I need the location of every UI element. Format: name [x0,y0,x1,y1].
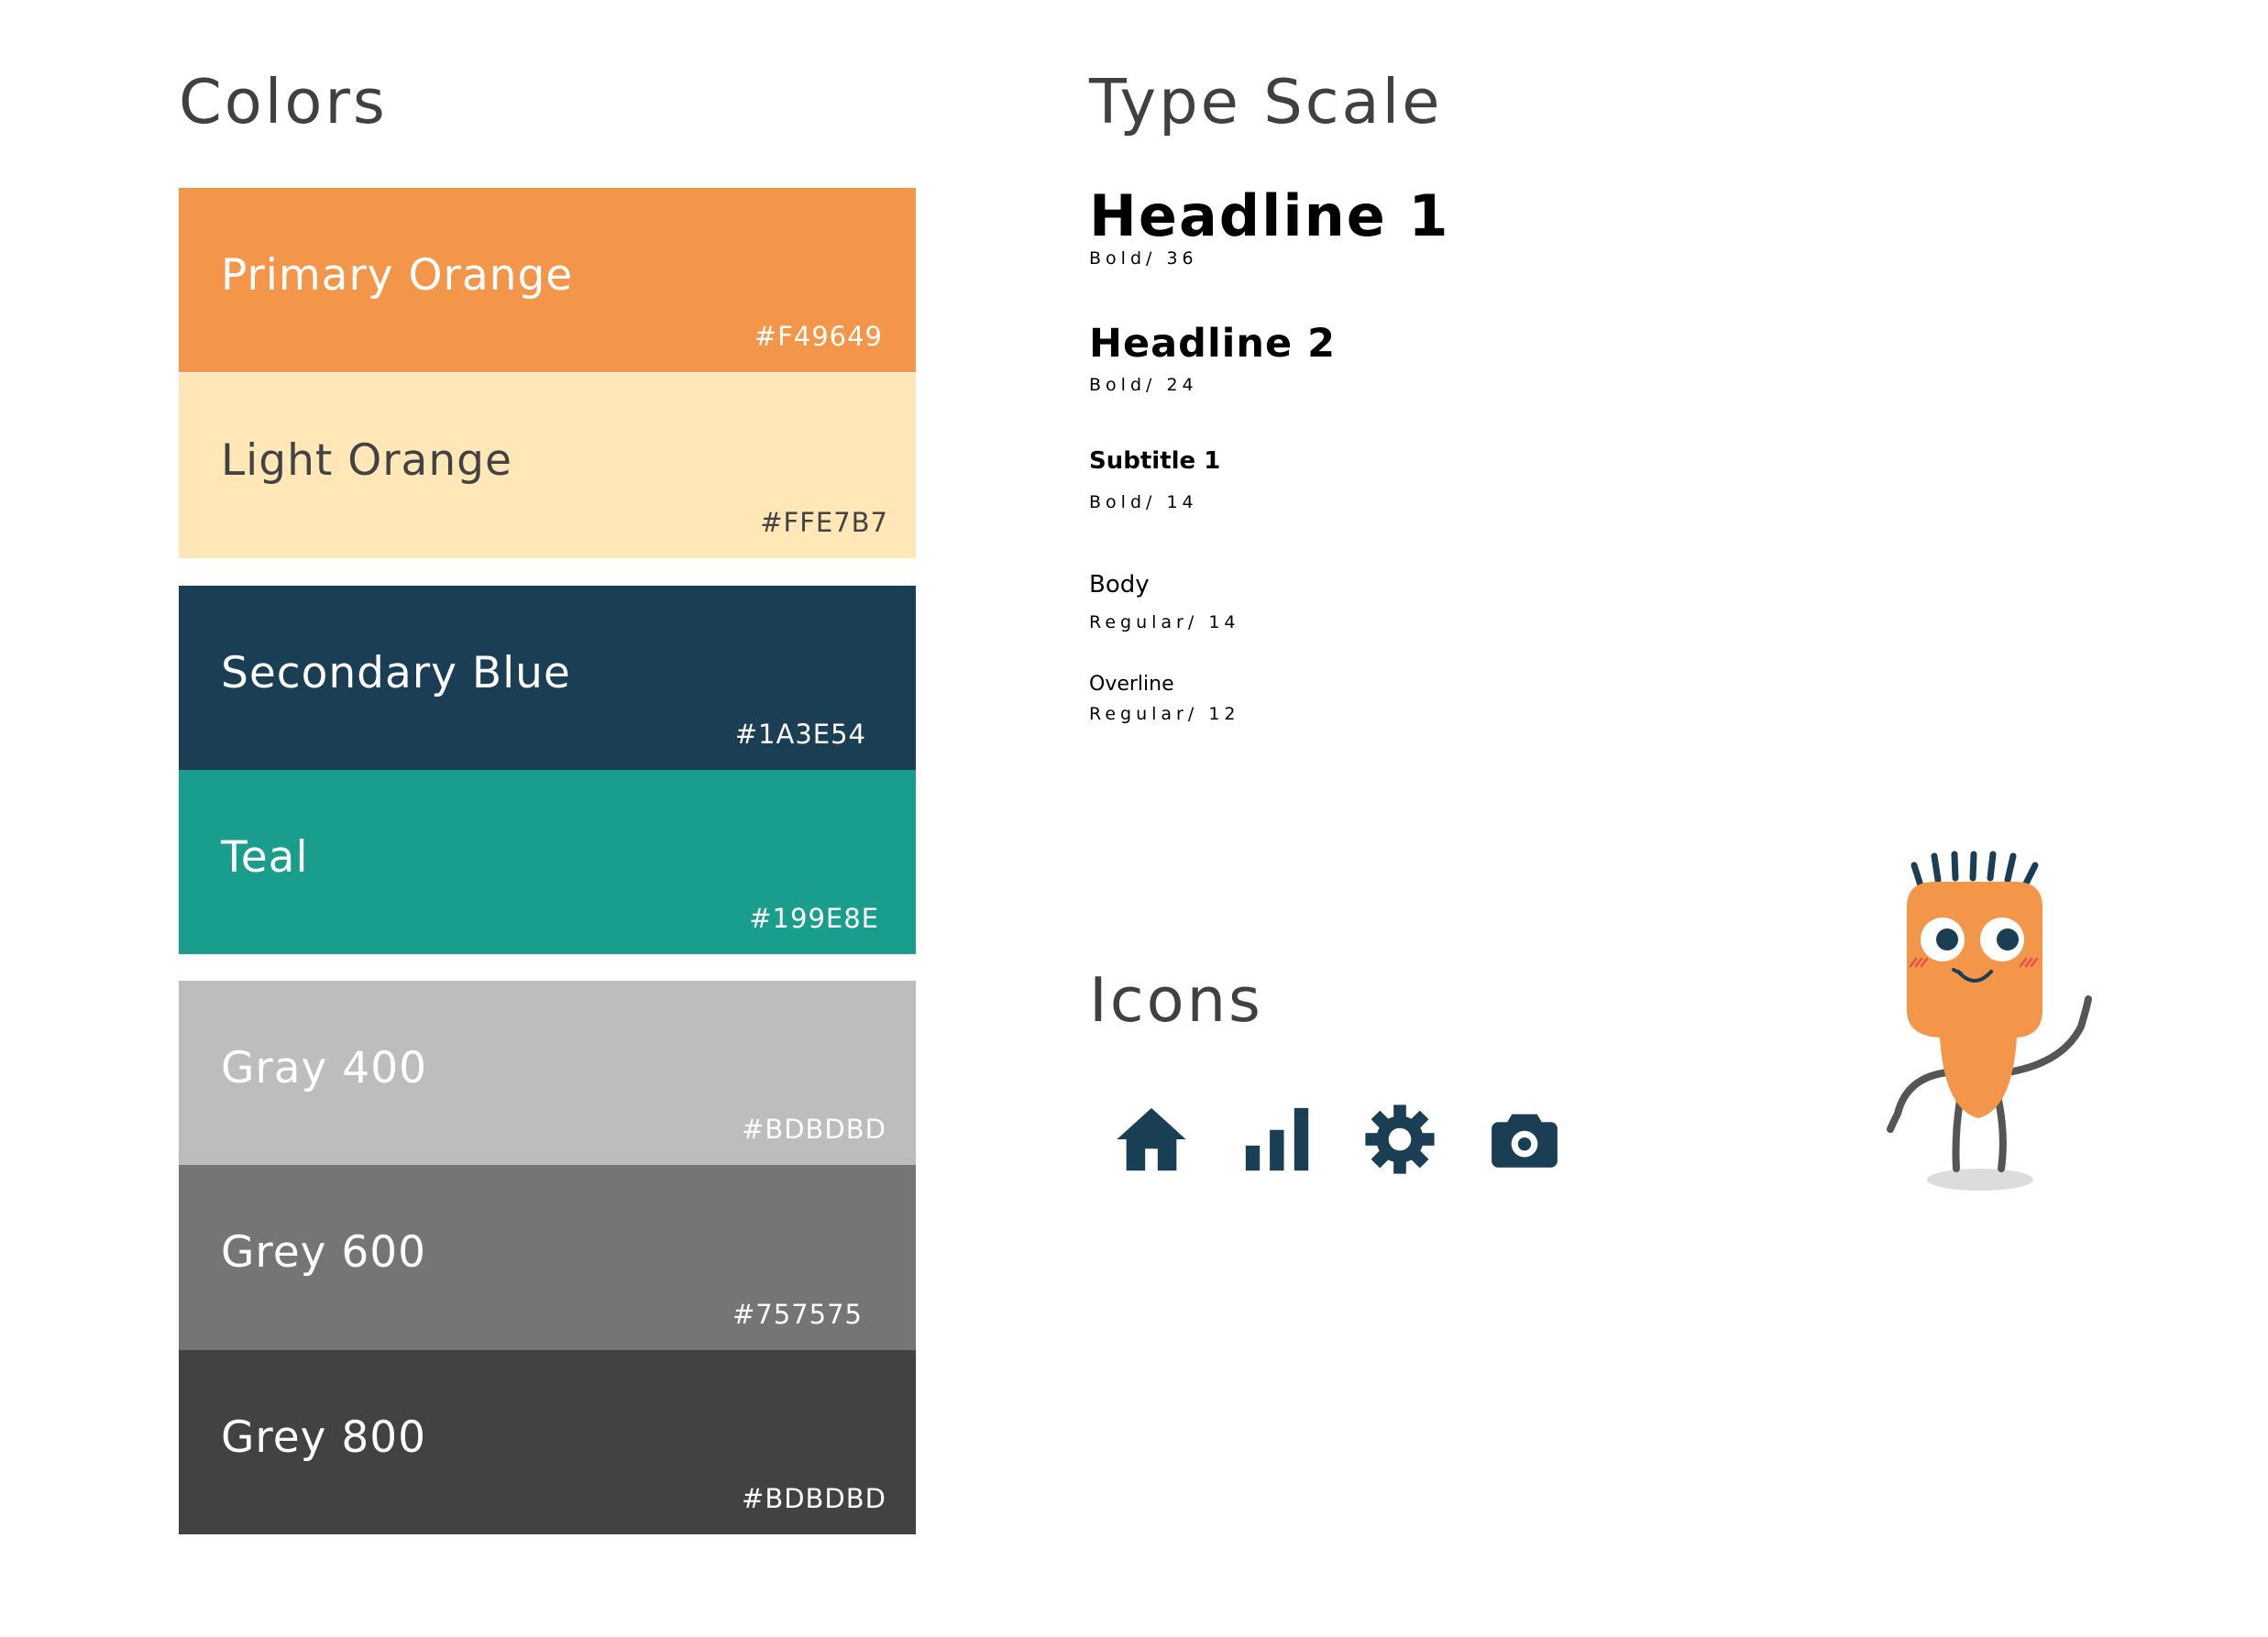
swatch-primary-orange: Primary Orange #F49649 [179,188,916,372]
type-sample: Headline 1 [1089,182,1450,249]
icons-section-title: Icons [1089,964,1263,1036]
swatch-name: Grey 600 [221,1227,427,1278]
swatch-name: Secondary Blue [221,648,571,698]
type-spec: Bold/ 14 [1089,492,1198,512]
home-icon [1114,1102,1189,1177]
settings-gear-icon [1362,1102,1437,1177]
type-spec: Bold/ 24 [1089,375,1198,395]
swatch-hex: #757575 [732,1299,863,1330]
camera-icon [1487,1102,1562,1177]
type-headline-1: Headline 1 Bold/ 36 [1089,188,1450,268]
swatch-name: Gray 400 [221,1043,428,1093]
swatch-name: Primary Orange [221,250,574,301]
swatch-hex: #F49649 [754,321,883,352]
type-sample: Subtitle 1 [1089,447,1221,475]
type-scale-section-title: Type Scale [1089,66,1443,137]
swatch-name: Teal [221,832,309,883]
type-spec: Regular/ 14 [1089,612,1240,632]
bar-chart-icon [1239,1102,1315,1177]
type-sample: Body [1089,571,1150,599]
color-swatch-list: Primary Orange #F49649 Light Orange #FFE… [179,0,916,1637]
swatch-gray-400: Gray 400 #BDBDBD [179,981,916,1165]
type-overline: Overline Regular/ 12 [1089,675,1240,723]
swatch-hex: #BDBDBD [742,1483,886,1514]
type-headline-2: Headline 2 Bold/ 24 [1089,324,1336,394]
swatch-hex: #FFE7B7 [760,507,888,538]
type-subtitle-1: Subtitle 1 Bold/ 14 [1089,449,1220,511]
swatch-grey-800: Grey 800 #BDBDBD [179,1350,916,1534]
type-spec: Bold/ 36 [1089,248,1198,269]
type-sample: Overline [1089,673,1174,696]
swatch-hex: #199E8E [749,903,879,934]
mascot-illustration [1852,843,2145,1201]
swatch-secondary-blue: Secondary Blue #1A3E54 [179,586,916,770]
swatch-hex: #BDBDBD [742,1114,886,1145]
swatch-light-orange: Light Orange #FFE7B7 [179,373,916,558]
swatch-hex: #1A3E54 [734,719,866,750]
swatch-grey-600: Grey 600 #757575 [179,1165,916,1350]
type-spec: Regular/ 12 [1089,704,1240,724]
type-sample: Headline 2 [1089,321,1337,367]
swatch-name: Light Orange [221,435,512,486]
swatch-teal: Teal #199E8E [179,770,916,954]
swatch-name: Grey 800 [221,1412,427,1463]
type-body: Body Regular/ 14 [1089,573,1240,632]
